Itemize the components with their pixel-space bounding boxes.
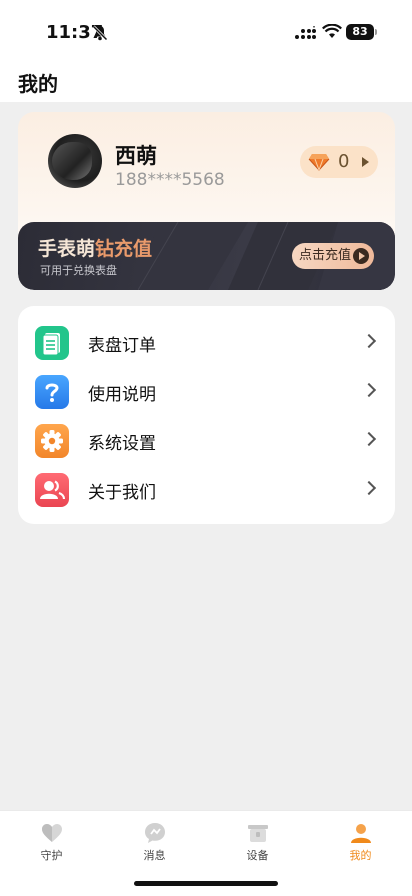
tab-label: 守护 (40, 849, 63, 862)
tab-guard[interactable]: 守护 (0, 811, 103, 871)
menu-label: 系统设置 (88, 434, 156, 454)
gear-icon (35, 424, 69, 458)
tab-label: 消息 (143, 849, 166, 862)
message-icon (145, 823, 165, 843)
tab-mine[interactable]: 我的 (309, 811, 412, 871)
menu-label: 关于我们 (88, 483, 156, 503)
menu-card: 表盘订单 使用说明 系统设置 关于我们 (18, 306, 395, 524)
chevron-right-icon (361, 382, 377, 398)
profile-icon (351, 824, 371, 843)
users-icon (35, 473, 69, 507)
user-name: 西萌 (115, 144, 157, 168)
status-bar: 11:37 83 (0, 0, 412, 60)
diamond-balance-button[interactable]: 0 (300, 146, 378, 178)
watch-icon (248, 825, 268, 842)
avatar[interactable] (48, 134, 102, 188)
menu-item-system-settings[interactable]: 系统设置 (18, 416, 395, 465)
banner-title: 手表萌钻充值 (38, 234, 152, 261)
battery-tip (375, 29, 377, 35)
chevron-right-icon (361, 480, 377, 496)
recharge-button-label: 点击充值 (299, 248, 352, 263)
wifi-icon (322, 24, 342, 38)
question-icon (35, 375, 69, 409)
battery-icon: 83 (346, 24, 374, 40)
chevron-right-icon (361, 431, 377, 447)
bell-muted-icon (92, 25, 108, 41)
user-phone: 188****5568 (115, 170, 225, 190)
banner-title-accent: 钻充值 (95, 238, 153, 260)
document-icon (35, 326, 69, 360)
signal-icon (295, 26, 316, 39)
menu-label: 表盘订单 (88, 336, 156, 356)
tab-device[interactable]: 设备 (206, 811, 309, 871)
tab-messages[interactable]: 消息 (103, 811, 206, 871)
heart-icon (42, 824, 62, 842)
diamond-count: 0 (338, 151, 350, 172)
page-title: 我的 (18, 72, 58, 96)
profile-card: 西萌 188****5568 0 手表萌钻充值 可用于兑换表盘 点击充值 (18, 112, 395, 290)
diamond-icon (308, 154, 330, 171)
page-header: 我的 (0, 60, 412, 102)
play-arrow-icon (362, 157, 369, 167)
menu-label: 使用说明 (88, 385, 156, 405)
menu-item-about-us[interactable]: 关于我们 (18, 465, 395, 514)
banner-subtitle: 可用于兑换表盘 (40, 264, 117, 277)
tab-label: 设备 (246, 849, 269, 862)
arrow-right-circle-icon (353, 248, 369, 264)
recharge-button[interactable]: 点击充值 (292, 243, 374, 269)
tab-label: 我的 (349, 849, 372, 862)
chevron-right-icon (361, 333, 377, 349)
menu-item-instructions[interactable]: 使用说明 (18, 367, 395, 416)
banner-title-main: 手表萌 (38, 238, 96, 260)
menu-item-dial-orders[interactable]: 表盘订单 (18, 318, 395, 367)
recharge-banner[interactable]: 手表萌钻充值 可用于兑换表盘 点击充值 (18, 222, 395, 290)
home-indicator (134, 881, 278, 886)
